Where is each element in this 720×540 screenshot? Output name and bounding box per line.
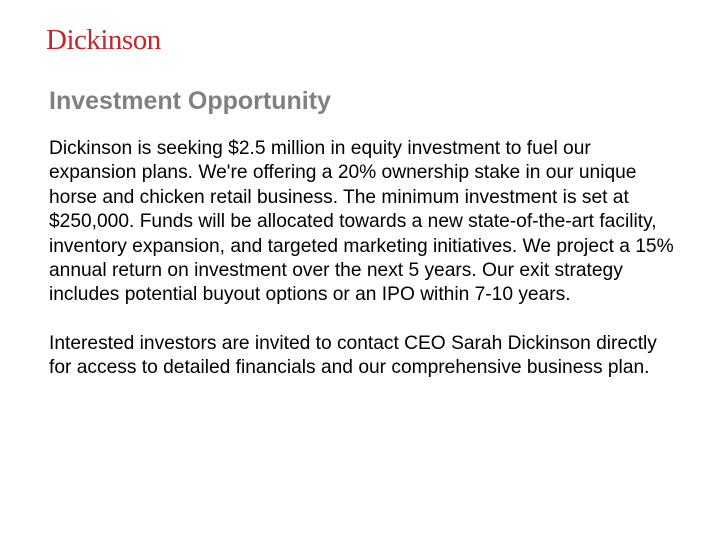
slide-body: Dickinson is seeking $2.5 million in equ… (49, 137, 679, 381)
body-paragraph-investment-details: Dickinson is seeking $2.5 million in equ… (49, 138, 674, 306)
body-paragraph-contact: Interested investors are invited to cont… (49, 332, 657, 379)
slide: Dickinson Investment Opportunity Dickins… (0, 0, 720, 540)
slide-title: Investment Opportunity (49, 87, 331, 115)
dickinson-logo: Dickinson (46, 24, 161, 56)
